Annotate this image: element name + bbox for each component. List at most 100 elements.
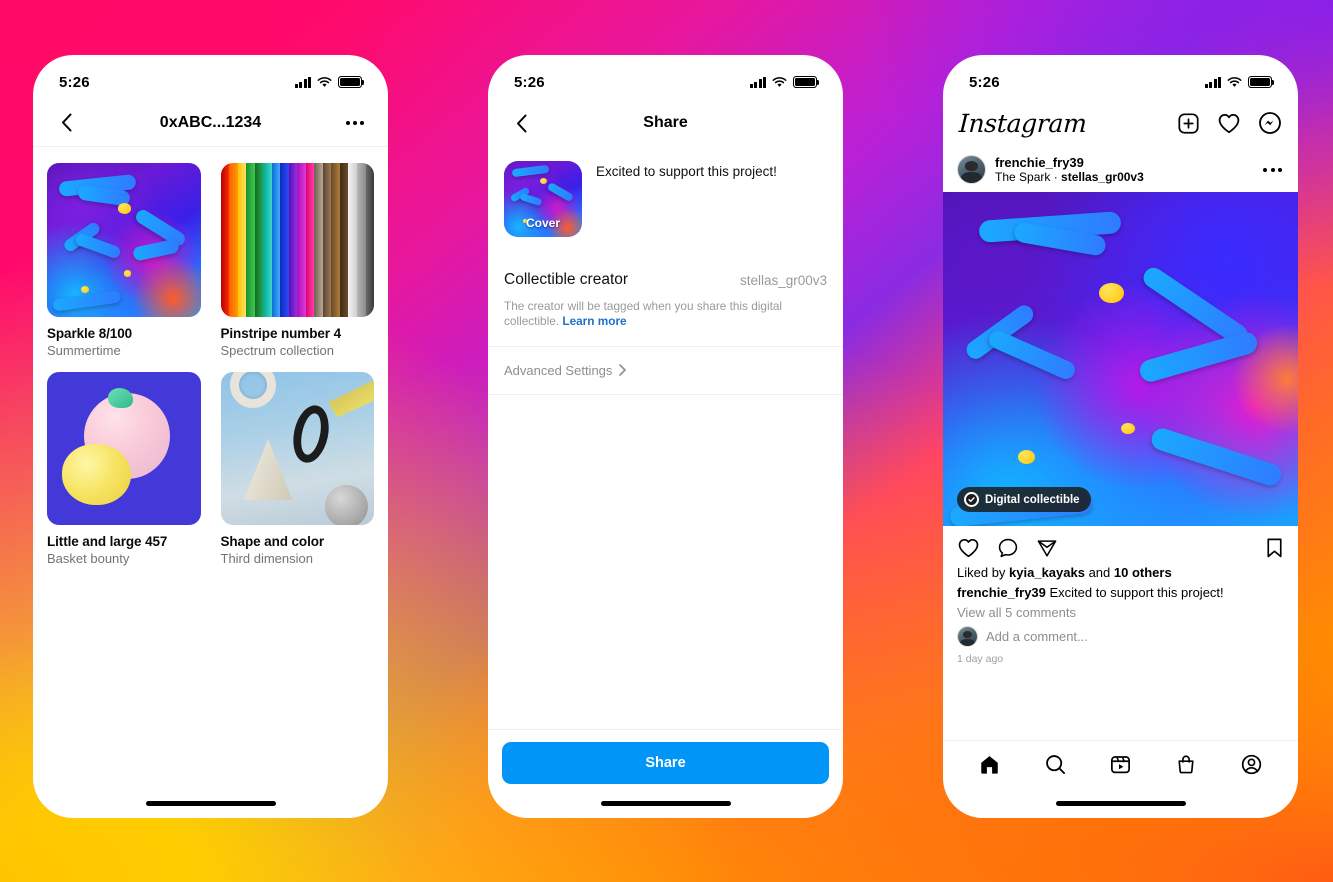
- status-bar-collection: 5:26: [33, 55, 388, 99]
- collectible-title: Little and large 457: [47, 534, 168, 549]
- collectible-thumbnail[interactable]: [47, 371, 201, 525]
- new-post-icon[interactable]: [1177, 112, 1200, 135]
- post-actions: [943, 526, 1298, 565]
- likes-prefix: Liked by: [957, 565, 1010, 581]
- collectible-card-little-and-large[interactable]: Little and large 457 Basket bounty: [47, 371, 201, 566]
- collectible-card-shape-and-color[interactable]: Shape and color Third dimension: [220, 371, 374, 566]
- collectible-title: Sparkle 8/100: [47, 325, 133, 341]
- verified-check-icon: [964, 492, 979, 508]
- avatar[interactable]: [957, 155, 986, 185]
- home-indicator: [943, 788, 1298, 818]
- post-subtitle: The Spark · stellas_gr00v3: [995, 170, 1254, 184]
- share-footer: Share: [488, 729, 843, 788]
- post-text-block: Liked by kyia_kayaks and 10 others frenc…: [943, 565, 1298, 665]
- bookmark-icon[interactable]: [1265, 537, 1284, 559]
- collectible-card-pinstripe[interactable]: Pinstripe number 4 Spectrum collection: [220, 163, 374, 358]
- view-all-comments-link[interactable]: View all 5 comments: [957, 605, 1284, 620]
- chevron-left-icon: [61, 113, 71, 132]
- battery-full-icon: [793, 76, 820, 88]
- profile-icon[interactable]: [1240, 753, 1263, 776]
- feed-artwork: [943, 192, 1298, 527]
- avatar: [957, 626, 978, 648]
- heart-icon[interactable]: [1217, 112, 1241, 135]
- status-time: 5:26: [59, 73, 90, 91]
- home-indicator: [488, 788, 843, 818]
- cellular-signal-icon: [749, 76, 766, 88]
- share-nav-bar: Share: [488, 99, 843, 147]
- post-caption: frenchie_fry39 Excited to support this p…: [957, 585, 1284, 600]
- back-button[interactable]: [51, 108, 81, 138]
- share-caption-row: Cover Excited to support this project!: [488, 147, 843, 237]
- add-comment-input[interactable]: Add a comment...: [986, 629, 1088, 644]
- sparkle-artwork: [47, 163, 201, 317]
- caption-input-value[interactable]: Excited to support this project!: [596, 161, 777, 237]
- phone-collection: 5:26 0xABC...1234 Sparkle 8/100 Summerti…: [33, 55, 388, 818]
- pinstripe-artwork: [220, 163, 374, 317]
- post-subtitle-prefix: The Spark ·: [995, 170, 1062, 185]
- caption-text: Excited to support this project!: [1045, 585, 1224, 601]
- collectible-creator-value: stellas_gr00v3: [739, 272, 827, 288]
- post-timestamp: 1 day ago: [957, 653, 1004, 666]
- instagram-header-icons: [1177, 111, 1282, 135]
- share-button[interactable]: Share: [502, 742, 829, 784]
- more-options-button[interactable]: [340, 112, 370, 134]
- collectible-subtitle: Spectrum collection: [220, 342, 334, 358]
- share-paperplane-icon[interactable]: [1036, 537, 1058, 559]
- search-icon[interactable]: [1044, 753, 1067, 776]
- post-meta: frenchie_fry39 The Spark · stellas_gr00v…: [995, 155, 1254, 184]
- home-icon[interactable]: [978, 753, 1001, 776]
- wifi-icon: [1227, 76, 1242, 88]
- status-icons: [1204, 76, 1275, 88]
- messenger-icon[interactable]: [1258, 111, 1282, 135]
- chevron-left-icon: [516, 114, 526, 132]
- cover-label: Cover: [525, 216, 560, 230]
- collectibles-grid: Sparkle 8/100 Summertime Pinstripe numbe…: [47, 163, 374, 566]
- collectible-subtitle: Summertime: [47, 342, 121, 358]
- comment-icon[interactable]: [997, 537, 1019, 559]
- collectible-thumbnail[interactable]: [220, 163, 374, 317]
- likes-line: Liked by kyia_kayaks and 10 others: [957, 565, 1284, 580]
- back-button[interactable]: [506, 108, 536, 138]
- page-title: 0xABC...1234: [159, 113, 262, 131]
- caption-username[interactable]: frenchie_fry39: [957, 585, 1046, 600]
- instagram-logo: Instagram: [958, 108, 1088, 138]
- share-spacer: [488, 395, 843, 729]
- share-body: Cover Excited to support this project! C…: [488, 147, 843, 788]
- collectible-card-sparkle[interactable]: Sparkle 8/100 Summertime: [47, 163, 201, 358]
- wifi-icon: [772, 76, 787, 88]
- collectible-thumbnail[interactable]: [220, 371, 374, 525]
- shop-icon[interactable]: [1175, 753, 1197, 776]
- status-time: 5:26: [514, 73, 545, 91]
- collectible-subtitle: Basket bounty: [47, 551, 130, 566]
- bottom-tab-bar: [943, 740, 1298, 788]
- reels-icon[interactable]: [1109, 753, 1132, 776]
- advanced-settings-row[interactable]: Advanced Settings: [488, 347, 843, 395]
- collectible-thumbnail[interactable]: [47, 163, 201, 317]
- post-subtitle-creator[interactable]: stellas_gr00v3: [1061, 170, 1144, 184]
- post-username[interactable]: frenchie_fry39: [995, 155, 1254, 170]
- add-comment-row[interactable]: Add a comment...: [957, 626, 1284, 648]
- battery-full-icon: [338, 76, 365, 88]
- likes-others[interactable]: 10 others: [1114, 565, 1172, 580]
- post-more-options-button[interactable]: [1263, 167, 1284, 172]
- cover-thumbnail[interactable]: Cover: [504, 161, 582, 237]
- phones-stage: 5:26 0xABC...1234 Sparkle 8/100 Summerti…: [0, 0, 1333, 882]
- instagram-header: Instagram: [943, 99, 1298, 147]
- phone-share: 5:26 Share Cover Excited to support this…: [488, 55, 843, 818]
- post-media[interactable]: Digital collectible: [943, 192, 1298, 527]
- advanced-settings-label: Advanced Settings: [504, 362, 613, 378]
- learn-more-link[interactable]: Learn more: [562, 314, 626, 328]
- like-heart-icon[interactable]: [957, 537, 980, 559]
- status-time: 5:26: [969, 73, 1000, 91]
- likes-user[interactable]: kyia_kayaks: [1009, 565, 1085, 580]
- collection-nav-bar: 0xABC...1234: [33, 99, 388, 147]
- phone-instagram-feed: 5:26 Instagram frenchie_fry39 The Spark …: [943, 55, 1298, 818]
- status-badge-label: Digital collectible: [985, 493, 1080, 506]
- status-bar-feed: 5:26: [943, 55, 1298, 99]
- status-icons: [294, 76, 365, 88]
- post-header: frenchie_fry39 The Spark · stellas_gr00v…: [943, 147, 1298, 192]
- likes-mid: and: [1084, 565, 1114, 581]
- collection-grid-body: Sparkle 8/100 Summertime Pinstripe numbe…: [33, 147, 388, 788]
- wifi-icon: [317, 76, 332, 88]
- collectible-creator-row[interactable]: Collectible creator stellas_gr00v3: [488, 271, 843, 289]
